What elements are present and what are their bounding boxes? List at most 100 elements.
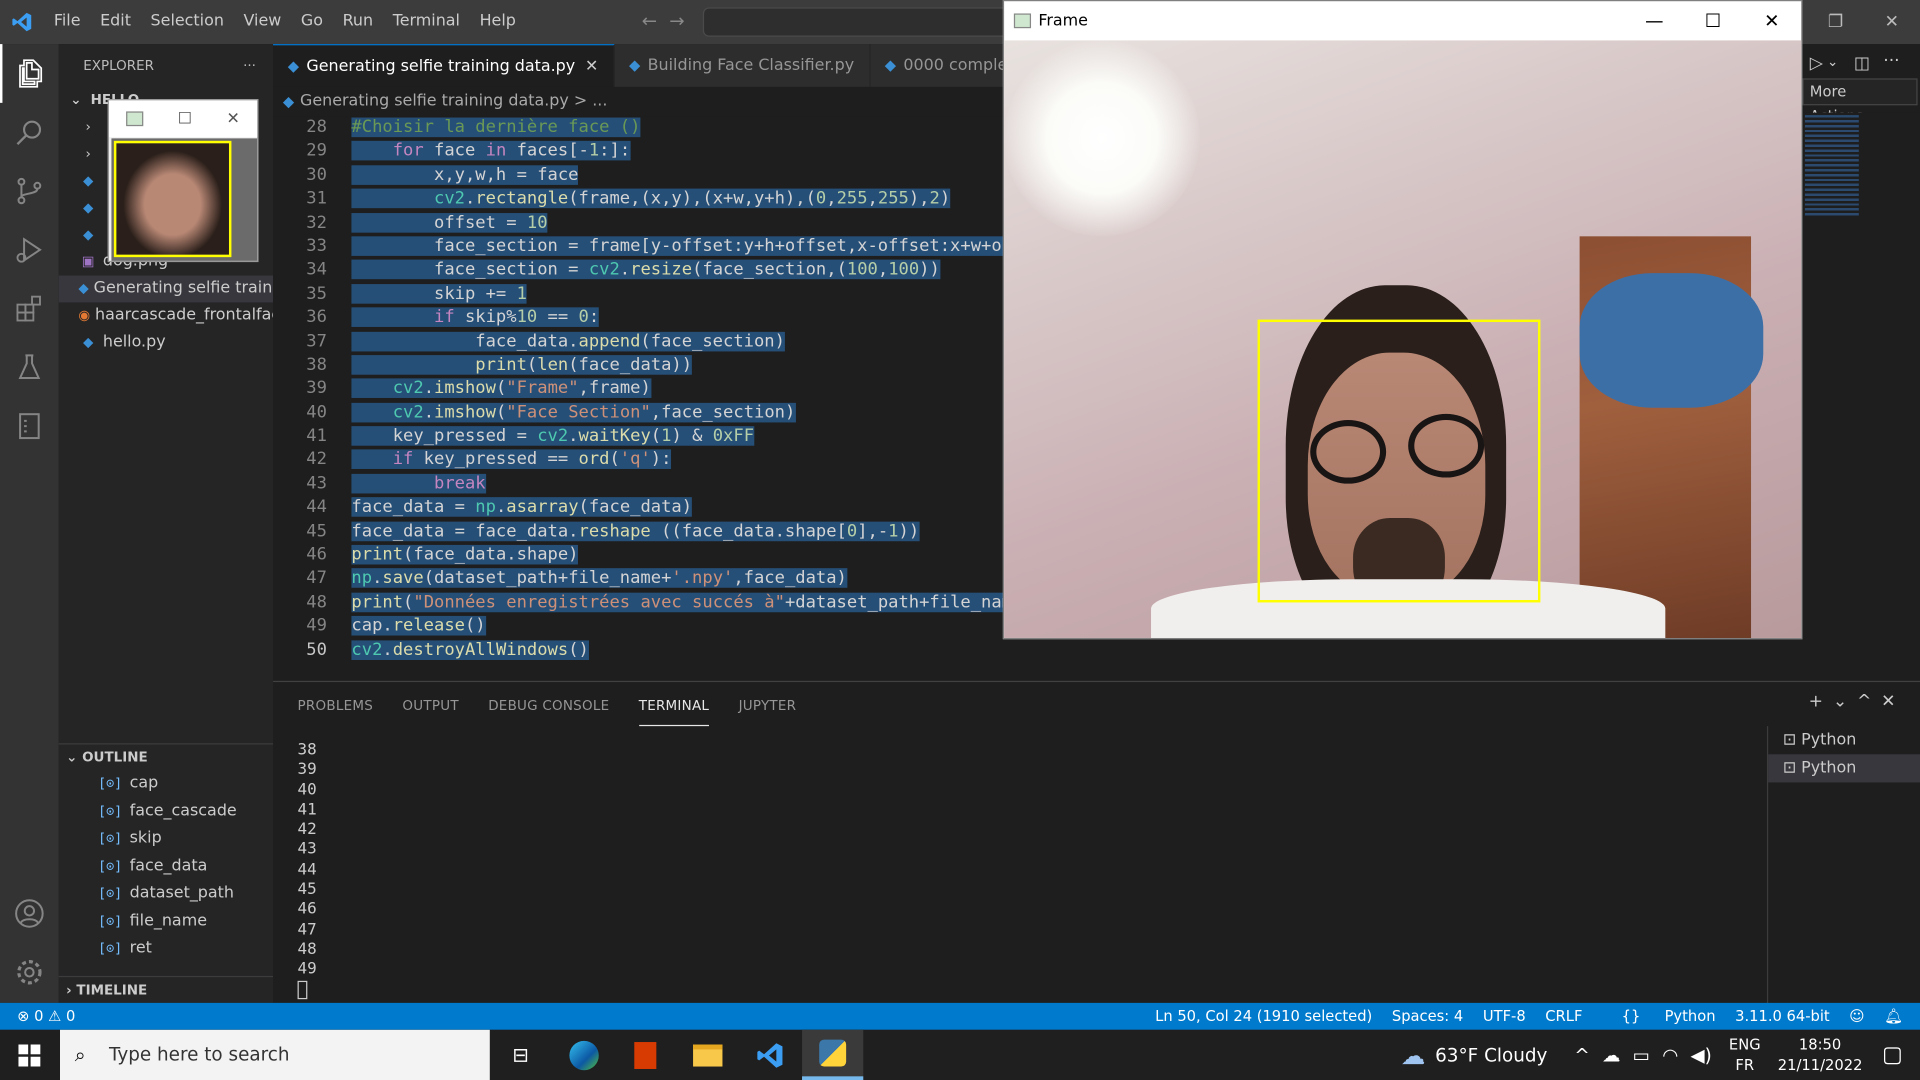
run-icon[interactable]: ▷ [1810, 54, 1823, 74]
code-line[interactable]: 32 offset = 10 [273, 211, 1003, 235]
terminal-output[interactable]: 38 39 40 41 42 43 44 45 46 47 48 49 [297, 741, 317, 1000]
cursor-position[interactable]: Ln 50, Col 24 (1910 selected) [1155, 1003, 1372, 1030]
add-terminal-icon[interactable]: + [1809, 692, 1833, 712]
chevron-down-icon[interactable]: ⌄ [1833, 692, 1857, 712]
close-icon[interactable]: ✕ [1742, 1, 1801, 40]
office-button[interactable] [615, 1030, 676, 1080]
notifications-icon[interactable]: ▢ [1882, 1042, 1903, 1068]
tab-debug-console[interactable]: DEBUG CONSOLE [488, 682, 609, 726]
close-icon[interactable]: ✕ [227, 110, 240, 128]
outline-item-ret[interactable]: [⊙] ret [59, 936, 273, 964]
tab-terminal[interactable]: TERMINAL [638, 682, 710, 727]
code-line[interactable]: 30 x,y,w,h = face [273, 164, 1003, 188]
outline-header[interactable]: ⌄ OUTLINE [58, 743, 274, 770]
wifi-icon[interactable]: ◠ [1662, 1044, 1678, 1066]
code-line[interactable]: 34 face_section = cv2.resize(face_sectio… [273, 259, 1003, 283]
menu-view[interactable]: View [234, 0, 291, 44]
terminal-item-python-1[interactable]: ⊡ Python [1768, 726, 1920, 754]
menu-run[interactable]: Run [333, 0, 383, 44]
outline-item-dataset-path[interactable]: [⊙] dataset_path [59, 880, 273, 908]
code-line[interactable]: 39 cv2.imshow("Frame",frame) [273, 378, 1003, 402]
end-of-line[interactable]: CRLF [1545, 1003, 1582, 1030]
file-explorer-button[interactable] [677, 1030, 738, 1080]
outline-item-face-data[interactable]: [⊙] face_data [59, 853, 273, 881]
code-line[interactable]: 45 face_data = face_data.reshape ((face_d… [273, 520, 1003, 544]
split-editor-icon[interactable]: ◫ [1854, 54, 1870, 74]
extensions-activity[interactable] [0, 279, 59, 338]
minimap[interactable] [1802, 112, 1920, 674]
chevron-up-icon[interactable]: ^ [1574, 1044, 1589, 1066]
notebook-activity[interactable] [0, 397, 59, 456]
taskbar-search[interactable]: ⌕ Type here to search [60, 1029, 490, 1080]
run-debug-activity[interactable] [0, 220, 59, 279]
code-line[interactable]: 42 if key_pressed == ord('q'): [273, 449, 1003, 473]
bell-icon[interactable]: 🔔︎ [1884, 1003, 1903, 1030]
code-line[interactable]: 33 face_section = frame[y-offset:y+h+off… [273, 235, 1003, 259]
close-panel-icon[interactable]: ✕ [1881, 692, 1905, 712]
close-icon[interactable]: ✕ [1864, 12, 1920, 32]
outline-item-skip[interactable]: [⊙] skip [59, 825, 273, 853]
code-line[interactable]: 35 skip += 1 [273, 283, 1003, 307]
tab-jupyter[interactable]: JUPYTER [739, 682, 797, 726]
minimize-icon[interactable]: — [1625, 1, 1684, 40]
back-arrow-icon[interactable]: ← [642, 10, 670, 32]
code-editor[interactable]: 28 #Choisir la dernière face () 29 for fac… [273, 116, 1003, 674]
vscode-taskbar-button[interactable] [740, 1030, 801, 1080]
forward-arrow-icon[interactable]: → [669, 10, 697, 32]
maximize-icon[interactable]: ☐ [178, 110, 192, 128]
source-control-activity[interactable] [0, 162, 59, 221]
timeline-header[interactable]: › TIMELINE [58, 975, 274, 1003]
encoding[interactable]: UTF-8 [1483, 1003, 1526, 1030]
close-tab-icon[interactable]: ✕ [585, 45, 598, 88]
manage-activity[interactable] [0, 943, 59, 1002]
maximize-icon[interactable]: ☐ [1684, 1, 1743, 40]
explorer-more-button[interactable]: ··· [243, 44, 256, 87]
code-line[interactable]: 44 face_data = np.asarray(face_data) [273, 496, 1003, 520]
tab-building-face-classifier[interactable]: ◆ Building Face Classifier.py [614, 44, 871, 87]
restore-icon[interactable]: ❐ [1807, 12, 1863, 32]
menu-help[interactable]: Help [470, 0, 526, 44]
battery-icon[interactable]: ▭ [1633, 1044, 1650, 1066]
volume-icon[interactable]: ◀) [1690, 1044, 1711, 1066]
menu-edit[interactable]: Edit [90, 0, 140, 44]
code-line[interactable]: 48 print("Données enregistrées avec succé… [273, 591, 1003, 615]
file-generating-selfie[interactable]: ◆ Generating selfie traini... [58, 275, 274, 303]
menu-terminal[interactable]: Terminal [383, 0, 470, 44]
maximize-panel-icon[interactable]: ^ [1857, 692, 1881, 712]
code-line[interactable]: 31 cv2.rectangle(frame,(x,y),(x+w,y+h),(… [273, 188, 1003, 212]
clock[interactable]: 18:50 21/11/2022 [1778, 1034, 1863, 1076]
indentation[interactable]: Spaces: 4 [1392, 1003, 1463, 1030]
more-actions-icon[interactable]: ··· [1883, 51, 1899, 71]
feedback-icon[interactable]: ☺ [1849, 1003, 1864, 1030]
nav-arrows[interactable]: ←→ [642, 10, 697, 32]
menu-file[interactable]: File [44, 0, 90, 44]
tab-output[interactable]: OUTPUT [402, 682, 458, 726]
menu-selection[interactable]: Selection [141, 0, 234, 44]
outline-item-face-cascade[interactable]: [⊙] face_cascade [59, 798, 273, 826]
tab-problems[interactable]: PROBLEMS [298, 682, 373, 726]
code-line[interactable]: 40 cv2.imshow("Face Section",face_sectio… [273, 401, 1003, 425]
file-hello-py[interactable]: ◆ hello.py [59, 329, 273, 356]
accounts-activity[interactable] [0, 884, 59, 943]
start-button[interactable] [0, 1030, 59, 1080]
language-indicator[interactable]: ENG FR [1729, 1034, 1761, 1076]
search-activity[interactable] [0, 103, 59, 162]
code-line[interactable]: 50 cv2.destroyAllWindows() [273, 639, 1003, 663]
task-view-button[interactable]: ⊟ [490, 1030, 551, 1080]
onedrive-icon[interactable]: ☁ [1602, 1044, 1620, 1066]
code-line[interactable]: 47 np.save(dataset_path+file_name+'.npy',… [273, 567, 1003, 591]
code-line[interactable]: 46 print(face_data.shape) [273, 544, 1003, 568]
explorer-activity[interactable] [0, 44, 59, 103]
breadcrumb[interactable]: ◆ Generating selfie training data.py > ..… [273, 86, 1008, 117]
code-line[interactable]: 49 cap.release() [273, 615, 1003, 639]
menu-go[interactable]: Go [291, 0, 333, 44]
weather-widget[interactable]: ☁ 63°F Cloudy [1401, 1030, 1548, 1080]
face-section-titlebar[interactable]: ☐ ✕ [108, 100, 258, 138]
chevron-down-icon[interactable]: ⌄ [1827, 54, 1838, 70]
outline-item-cap[interactable]: [⊙] cap [59, 770, 273, 798]
code-line[interactable]: 41 key_pressed = cv2.waitKey(1) & 0xFF [273, 425, 1003, 449]
code-line[interactable]: 43 break [273, 472, 1003, 496]
python-interpreter[interactable]: 3.11.0 64-bit [1735, 1003, 1830, 1030]
code-line[interactable]: 29 for face in faces[-1:]: [273, 140, 1003, 164]
file-haarcascade[interactable]: ◉haarcascade_frontalfac... [59, 302, 273, 329]
